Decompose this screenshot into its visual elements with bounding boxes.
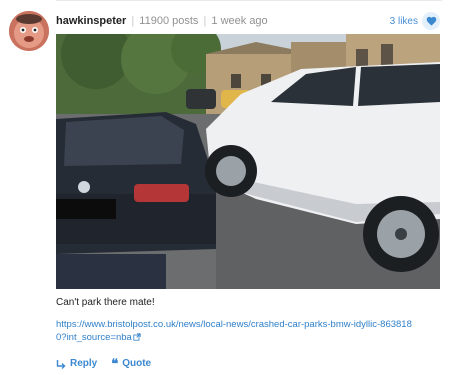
meta-separator: | (131, 15, 135, 27)
top-divider (56, 0, 442, 1)
post-meta: hawkinspeter | 11900 posts | 1 week ago (56, 14, 268, 28)
post-caption: Can't park there mate! (56, 297, 155, 308)
quote-button[interactable]: ❝ Quote (111, 356, 152, 371)
quote-label: Quote (122, 358, 152, 369)
post-count: 11900 posts (139, 15, 199, 27)
reply-button[interactable]: Reply (56, 358, 97, 370)
post-image[interactable] (56, 34, 440, 289)
heart-icon (426, 16, 436, 26)
avatar[interactable] (9, 11, 49, 51)
article-link-text[interactable]: https://www.bristolpost.co.uk/news/local… (56, 319, 412, 343)
reply-label: Reply (70, 358, 98, 369)
username[interactable]: hawkinspeter (56, 15, 126, 27)
quote-icon: ❝ (111, 356, 119, 371)
external-link-icon (133, 333, 141, 341)
like-button[interactable] (422, 12, 440, 30)
meta-separator: | (203, 15, 207, 27)
likes-count[interactable]: 3 likes (390, 16, 418, 27)
article-link[interactable]: https://www.bristolpost.co.uk/news/local… (56, 318, 416, 344)
post-time[interactable]: 1 week ago (211, 15, 267, 27)
reply-arrow-icon (56, 360, 66, 369)
post-actions: Reply ❝ Quote (56, 356, 152, 371)
likes-container: 3 likes (390, 12, 440, 30)
